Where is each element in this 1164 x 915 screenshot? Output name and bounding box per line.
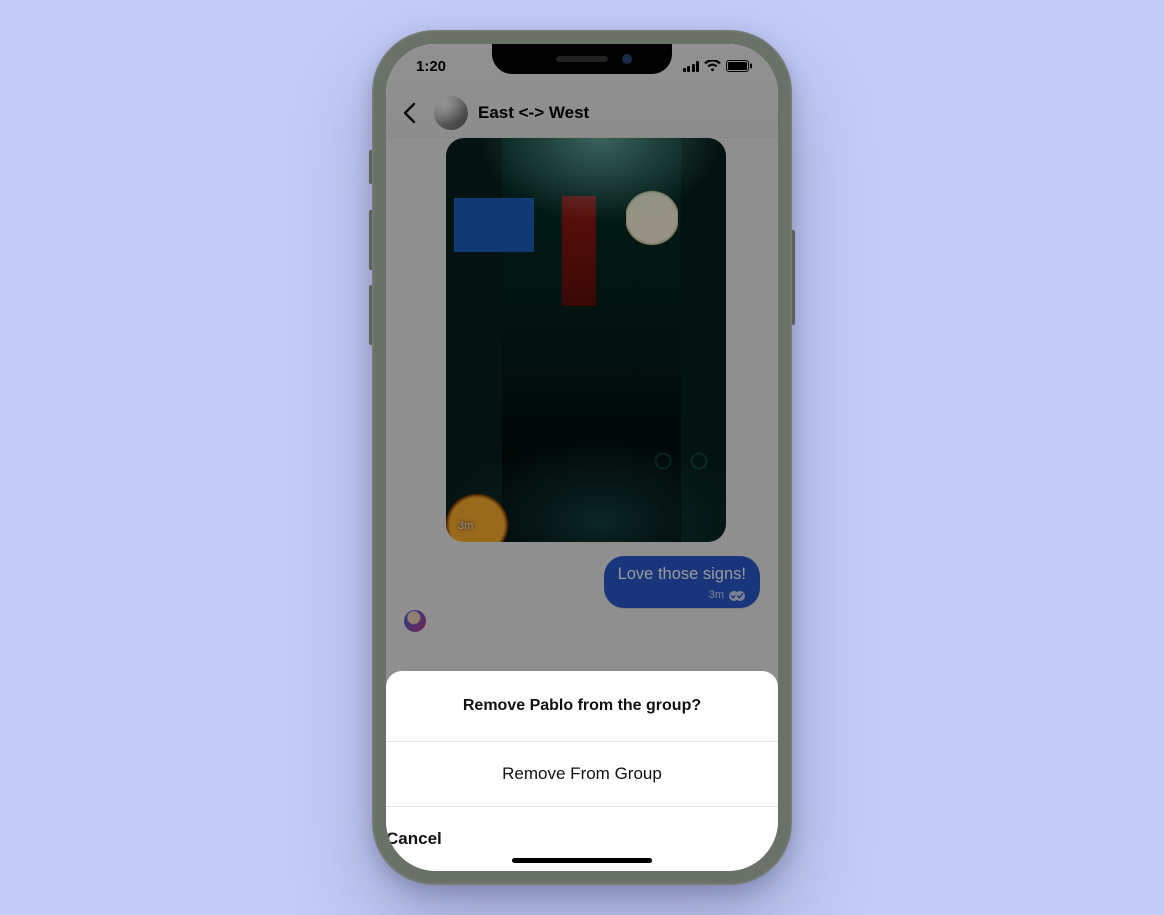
wifi-icon bbox=[704, 60, 721, 72]
screen: 1:20 East <-> West bbox=[386, 44, 778, 871]
cellular-signal-icon bbox=[683, 61, 700, 72]
front-camera bbox=[622, 54, 632, 64]
action-sheet: Remove Pablo from the group? Remove From… bbox=[386, 671, 778, 871]
clock: 1:20 bbox=[416, 58, 446, 75]
battery-icon bbox=[726, 60, 752, 72]
notch bbox=[492, 44, 672, 74]
volume-down-button bbox=[369, 285, 372, 345]
action-sheet-title: Remove Pablo from the group? bbox=[386, 671, 778, 741]
speaker-grille bbox=[556, 56, 608, 62]
remove-from-group-button[interactable]: Remove From Group bbox=[386, 741, 778, 806]
side-button bbox=[369, 150, 372, 184]
home-indicator[interactable] bbox=[512, 858, 652, 863]
volume-up-button bbox=[369, 210, 372, 270]
power-button bbox=[792, 230, 795, 325]
phone-frame: 1:20 East <-> West bbox=[372, 30, 792, 885]
